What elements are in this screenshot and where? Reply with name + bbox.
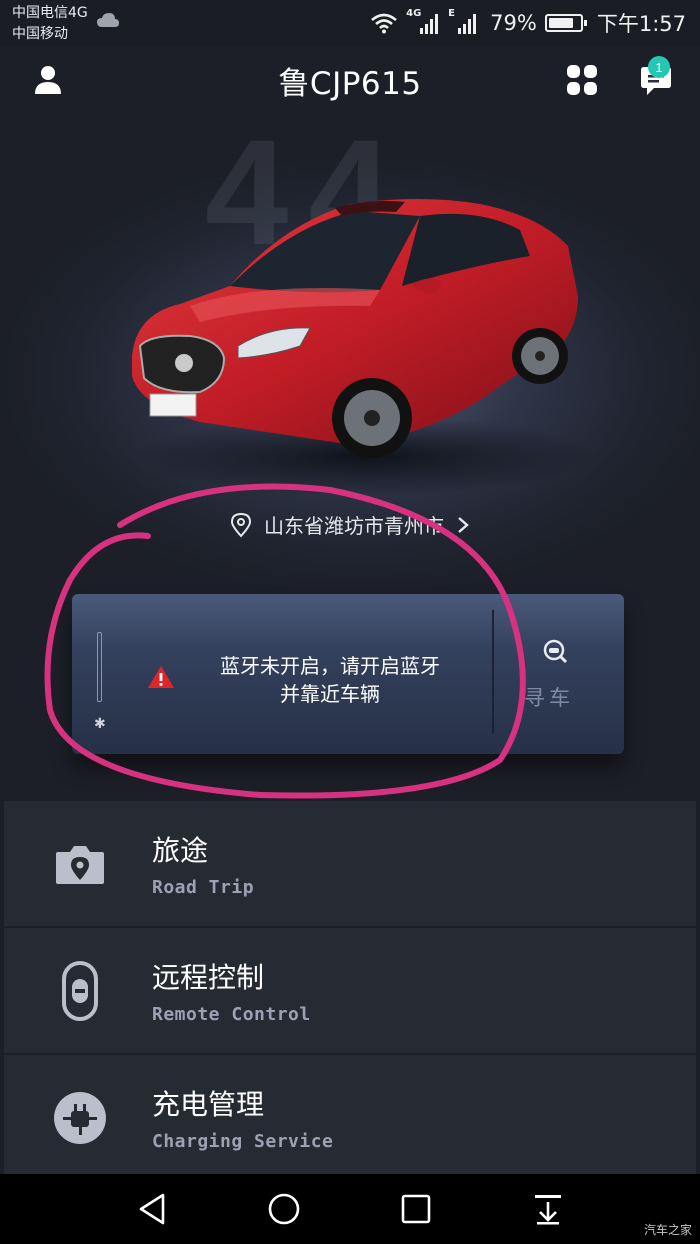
feature-menu: 旅途 Road Trip 远程控制 Remote Control 充电管理 Ch… bbox=[4, 800, 696, 1181]
find-car-icon[interactable] bbox=[542, 638, 568, 664]
warning-icon bbox=[148, 666, 174, 688]
back-icon[interactable] bbox=[132, 1189, 172, 1229]
grid-icon[interactable] bbox=[562, 60, 602, 100]
message-icon[interactable]: 1 bbox=[636, 56, 676, 100]
recents-icon[interactable] bbox=[396, 1189, 436, 1229]
menu-subtitle: Charging Service bbox=[152, 1131, 334, 1152]
notification-pulldown-icon[interactable] bbox=[528, 1189, 568, 1229]
camera-pin-icon bbox=[52, 834, 108, 894]
system-nav-bar: 汽车之家 bbox=[0, 1174, 700, 1244]
location-text: 山东省潍坊市青州市 bbox=[264, 514, 444, 538]
card-divider bbox=[492, 610, 494, 734]
status-right: 4G E 79% 下午1:57 bbox=[370, 8, 686, 38]
menu-subtitle: Road Trip bbox=[152, 877, 255, 898]
key-slider-track[interactable] bbox=[97, 632, 102, 702]
menu-title: 远程控制 bbox=[152, 961, 265, 994]
battery-icon bbox=[544, 14, 587, 32]
wifi-icon bbox=[371, 13, 397, 34]
menu-item-remote-control[interactable]: 远程控制 Remote Control bbox=[4, 927, 696, 1053]
signal-e-icon: E bbox=[448, 8, 482, 36]
menu-item-charging[interactable]: 充电管理 Charging Service bbox=[4, 1054, 696, 1180]
home-icon[interactable] bbox=[264, 1189, 304, 1229]
carrier-2: 中国移动 bbox=[12, 26, 68, 42]
plug-icon bbox=[52, 1088, 108, 1148]
menu-title: 旅途 bbox=[152, 834, 209, 867]
location-pin-icon bbox=[230, 512, 252, 537]
cloud-icon bbox=[97, 13, 119, 27]
chevron-right-icon bbox=[458, 516, 469, 533]
bluetooth-key-card[interactable]: ✱ 蓝牙未开启，请开启蓝牙 并靠近车辆 寻车 bbox=[72, 594, 624, 754]
vehicle-hero: 鲁CJP615 1 44 山东省潍坊市青州市 ✱ 蓝牙未开启，请开启蓝牙 并靠近… bbox=[0, 46, 700, 800]
menu-item-road-trip[interactable]: 旅途 Road Trip bbox=[4, 800, 696, 926]
menu-title: 充电管理 bbox=[152, 1088, 265, 1121]
location-row[interactable]: 山东省潍坊市青州市 bbox=[0, 510, 700, 539]
menu-subtitle: Remote Control bbox=[152, 1004, 311, 1025]
carrier-1: 中国电信4G bbox=[12, 5, 88, 21]
signal-4g-icon: 4G bbox=[406, 8, 440, 36]
notification-badge: 1 bbox=[648, 56, 670, 78]
clock: 下午1:57 bbox=[596, 12, 686, 36]
battery-percent: 79% bbox=[490, 11, 537, 35]
watermark: 汽车之家 bbox=[643, 1223, 692, 1237]
bluetooth-small-icon: ✱ bbox=[94, 716, 106, 732]
bluetooth-off-message: 蓝牙未开启，请开启蓝牙 并靠近车辆 bbox=[220, 654, 440, 706]
key-fob-icon bbox=[52, 961, 108, 1021]
status-bar: 中国电信4G 中国移动 4G E 79% 下午1:57 bbox=[0, 0, 700, 46]
car-image bbox=[132, 199, 590, 496]
find-car-label[interactable]: 寻车 bbox=[524, 682, 574, 712]
